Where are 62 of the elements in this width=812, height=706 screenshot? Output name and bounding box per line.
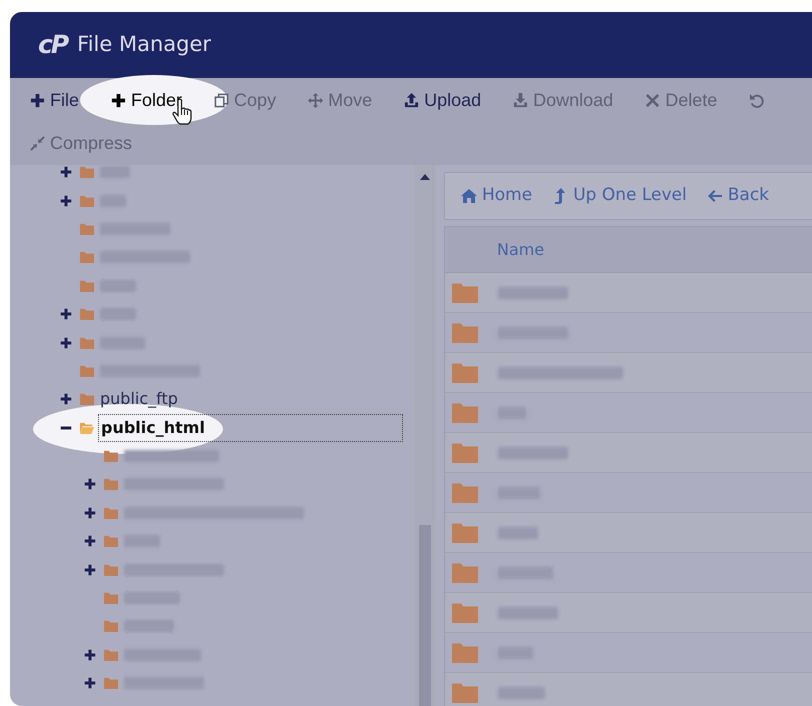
expand-icon[interactable] — [60, 166, 72, 178]
expand-icon[interactable] — [84, 478, 96, 490]
window-title: File Manager — [77, 31, 212, 58]
expand-icon[interactable] — [60, 393, 72, 406]
plus-icon — [30, 92, 45, 108]
expand-icon[interactable] — [84, 535, 96, 548]
four-arrows-icon — [308, 92, 324, 108]
back-link[interactable]: Back — [706, 183, 770, 209]
expand-icon[interactable] — [84, 677, 96, 690]
blurred-label — [498, 686, 545, 698]
download-icon — [513, 92, 528, 108]
copy-icon — [214, 92, 230, 108]
blurred-label — [498, 526, 538, 538]
scroll-up-icon[interactable] — [420, 174, 430, 180]
folder-icon — [104, 648, 118, 661]
folder-icon — [80, 308, 94, 320]
folder-icon — [452, 442, 478, 463]
blurred-label — [498, 286, 568, 298]
scrollbar-thumb[interactable] — [419, 525, 431, 706]
folder-name[interactable]: public_html — [98, 414, 403, 442]
expand-icon[interactable] — [60, 308, 72, 320]
expand-icon[interactable] — [60, 194, 72, 207]
folder-icon — [452, 642, 478, 663]
folder-icon — [104, 564, 118, 576]
folder-icon — [104, 677, 118, 690]
blurred-label — [498, 606, 558, 618]
folder-icon — [452, 682, 478, 703]
open-folder-icon — [80, 422, 94, 434]
folder-icon — [80, 336, 94, 349]
folder-name[interactable]: public_ftp — [98, 386, 180, 412]
upload-icon — [404, 92, 420, 108]
folder-icon — [104, 506, 118, 519]
scrollbar[interactable] — [415, 165, 435, 706]
undo-icon — [749, 92, 764, 108]
plus-icon — [111, 92, 126, 108]
logo: cP — [38, 29, 68, 62]
folder-icon — [452, 322, 478, 343]
column-header[interactable]: Name — [497, 238, 544, 262]
expand-icon[interactable] — [60, 336, 72, 349]
home-icon — [461, 188, 477, 204]
back-arrow-icon — [706, 188, 723, 204]
folder-icon — [80, 393, 94, 406]
blurred-label — [498, 446, 568, 458]
close-icon — [645, 92, 660, 108]
plus-button[interactable]: File — [30, 86, 80, 114]
folder-icon — [452, 522, 478, 543]
folder-icon — [452, 362, 478, 383]
folder-icon — [80, 194, 94, 207]
folder-icon — [452, 562, 478, 583]
expand-icon[interactable] — [84, 506, 96, 519]
folder-icon — [452, 402, 478, 423]
upload-button[interactable]: Upload — [404, 86, 482, 114]
folder-icon — [452, 282, 478, 303]
compress-icon — [30, 136, 45, 150]
expand-icon[interactable] — [84, 564, 96, 576]
folder-icon — [452, 482, 478, 503]
expand-icon[interactable] — [84, 648, 96, 661]
folder-icon — [452, 602, 478, 623]
folder-icon — [104, 478, 118, 490]
up-link[interactable]: Up One Level — [552, 183, 687, 209]
home-link[interactable]: Home — [461, 183, 532, 209]
folder-icon — [104, 535, 118, 548]
